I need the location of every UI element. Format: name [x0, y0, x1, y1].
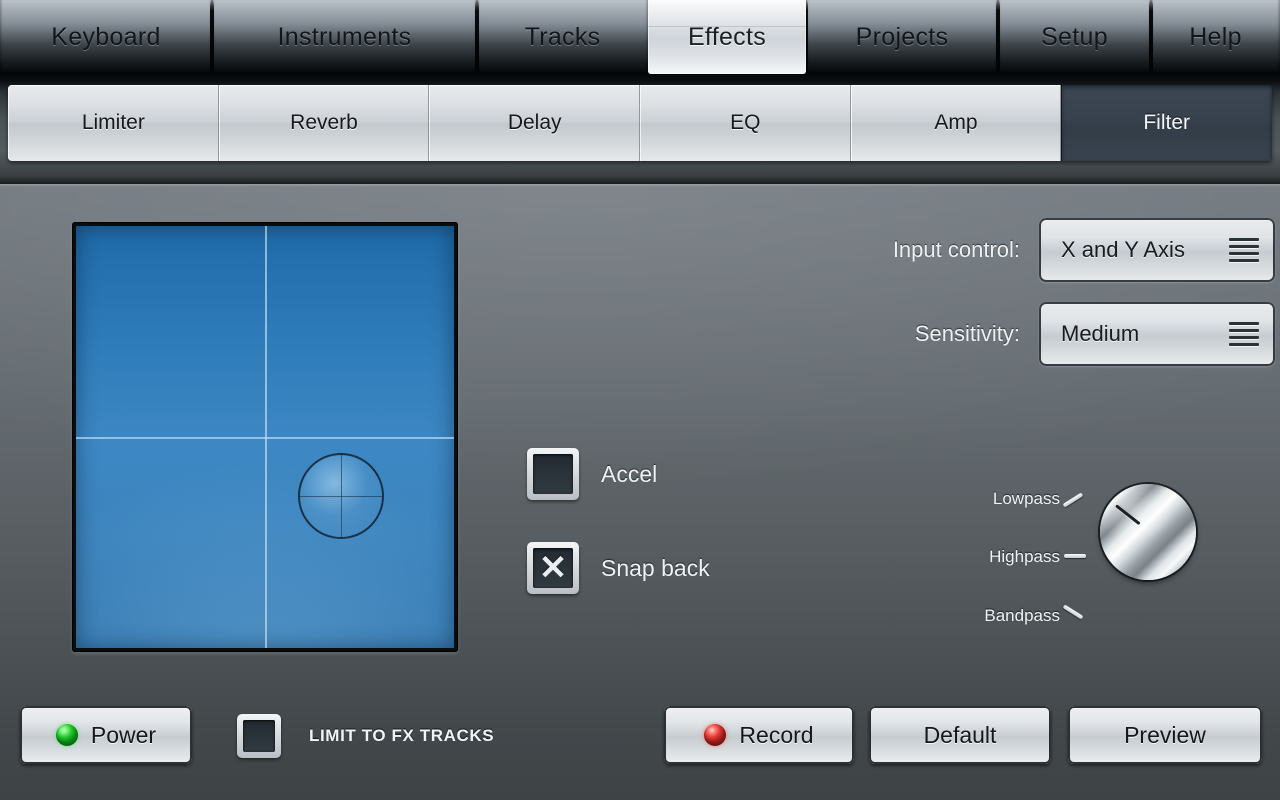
- xy-pad[interactable]: [72, 222, 458, 652]
- sensitivity-label: Sensitivity:: [914, 321, 1020, 346]
- red-led-icon: [704, 724, 727, 746]
- effects-tab-reverb[interactable]: Reverb: [218, 85, 430, 161]
- effects-tab-strip: Limiter Reverb Delay EQ Amp Filter: [8, 85, 1272, 161]
- limit-to-fx-tracks-label: LIMIT TO FX TRACKS: [309, 726, 495, 745]
- filter-mode-lowpass-tick: [1062, 492, 1084, 508]
- sensitivity-value: Medium: [1061, 321, 1140, 346]
- filter-effect-panel: Input control: X and Y Axis Sensitivity:…: [0, 184, 1280, 800]
- filter-knob[interactable]: [1100, 484, 1196, 580]
- filter-mode-lowpass-label: Lowpass: [992, 489, 1060, 508]
- snap-back-checkbox-mark: ✕: [533, 548, 573, 588]
- sensitivity-row: Sensitivity: Medium: [845, 302, 1275, 366]
- top-tab-tracks[interactable]: Tracks: [475, 0, 648, 74]
- top-navigation-bar: Keyboard Instruments Tracks Effects Projects…: [0, 0, 1280, 74]
- top-tab-setup[interactable]: Setup: [996, 0, 1151, 74]
- preview-button[interactable]: Preview: [1068, 706, 1262, 764]
- effects-subnav-bar: Limiter Reverb Delay EQ Amp Filter: [0, 74, 1280, 184]
- top-tab-keyboard[interactable]: Keyboard: [0, 0, 212, 74]
- app-window: Keyboard Instruments Tracks Effects Projects…: [0, 0, 1280, 800]
- xy-pad-puck[interactable]: [297, 453, 384, 540]
- input-control-select[interactable]: X and Y Axis: [1039, 218, 1275, 282]
- limit-to-fx-tracks-checkbox-mark: [243, 720, 275, 752]
- power-button-label: Power: [90, 721, 157, 748]
- effects-tab-amp[interactable]: Amp: [850, 85, 1062, 161]
- filter-mode-bandpass-tick: [1062, 604, 1084, 620]
- limit-to-fx-tracks-row[interactable]: LIMIT TO FX TRACKS: [237, 714, 494, 758]
- accel-checkbox-row[interactable]: Accel: [527, 448, 657, 500]
- filter-mode-bandpass-label: Bandpass: [984, 606, 1060, 625]
- top-tab-help[interactable]: Help: [1149, 0, 1280, 74]
- top-tab-projects[interactable]: Projects: [804, 0, 998, 74]
- input-control-row: Input control: X and Y Axis: [845, 218, 1275, 282]
- effects-tab-delay[interactable]: Delay: [429, 85, 641, 161]
- snap-back-label: Snap back: [601, 554, 710, 581]
- default-button[interactable]: Default: [869, 706, 1051, 764]
- effects-tab-filter[interactable]: Filter: [1061, 85, 1272, 161]
- sensitivity-select[interactable]: Medium: [1039, 302, 1275, 366]
- record-button-label: Record: [739, 721, 814, 748]
- top-tab-instruments[interactable]: Instruments: [210, 0, 477, 74]
- snap-back-checkbox-row[interactable]: ✕ Snap back: [527, 542, 710, 594]
- top-tab-effects[interactable]: Effects: [648, 0, 806, 74]
- snap-back-checkbox[interactable]: ✕: [527, 542, 579, 594]
- xy-pad-vertical-crosshair: [265, 226, 267, 648]
- effects-tab-limiter[interactable]: Limiter: [8, 85, 219, 161]
- effects-tab-eq[interactable]: EQ: [640, 85, 851, 161]
- list-menu-icon: [1229, 238, 1259, 262]
- green-led-icon: [55, 724, 78, 746]
- default-button-label: Default: [923, 721, 997, 748]
- power-button[interactable]: Power: [20, 706, 192, 764]
- limit-to-fx-tracks-checkbox[interactable]: [237, 714, 281, 758]
- input-control-value: X and Y Axis: [1061, 237, 1185, 262]
- record-button[interactable]: Record: [664, 706, 854, 764]
- accel-label: Accel: [601, 460, 658, 487]
- accel-checkbox-mark: [533, 454, 573, 494]
- accel-checkbox[interactable]: [527, 448, 579, 500]
- knob-gloss: [1100, 484, 1196, 580]
- filter-mode-highpass-label: Highpass: [989, 547, 1060, 566]
- xy-pad-surface[interactable]: [76, 226, 454, 648]
- preview-button-label: Preview: [1124, 721, 1206, 748]
- input-control-label: Input control:: [892, 237, 1020, 262]
- filter-type-control: Lowpass Highpass Bandpass: [940, 484, 1196, 659]
- list-menu-icon: [1229, 322, 1259, 346]
- filter-mode-highpass-tick: [1064, 554, 1086, 558]
